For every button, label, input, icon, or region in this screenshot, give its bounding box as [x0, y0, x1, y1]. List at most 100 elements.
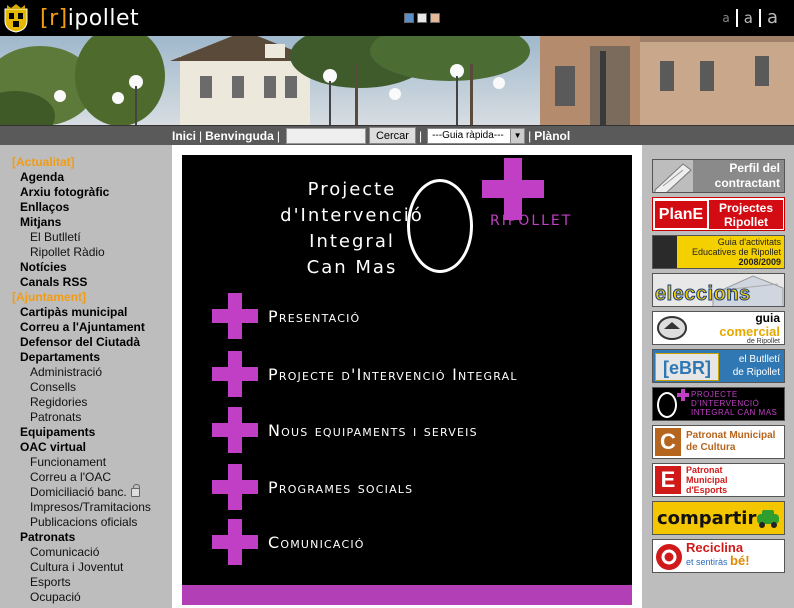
sidebar-subitem[interactable]: Consells	[0, 380, 172, 395]
menu-item-equipaments[interactable]: Nous equipaments i serveis	[212, 407, 632, 453]
banner-text: INTEGRAL CAN MAS	[691, 408, 778, 417]
sidebar-item[interactable]: Defensor del Ciutadà	[0, 335, 172, 350]
menu-item-label: Presentació	[268, 306, 361, 326]
sidebar-item-label: Cultura i Joventut	[30, 560, 124, 574]
sidebar-subitem[interactable]: Correu a l'OAC	[0, 470, 172, 485]
banner-text: bé!	[730, 553, 750, 568]
color-switch-white[interactable]	[417, 13, 427, 23]
banner-text: de Cultura	[686, 442, 736, 453]
banner-guia-activitats[interactable]: Guia d'activitats Educatives de Ripollet…	[652, 235, 785, 269]
nav-welcome-link[interactable]: Benvinguda	[205, 129, 274, 143]
sidebar-subitem[interactable]: Domiciliació banc.	[0, 484, 172, 500]
sidebar-subitem[interactable]: Impresos/Tramitacions	[0, 500, 172, 515]
logo-bracket: [r]	[40, 6, 68, 31]
top-bar: [r]ipollet a a a	[0, 0, 794, 36]
sidebar-item-label: [Actualitat]	[12, 155, 75, 169]
banner-text: PROJECTE	[691, 390, 738, 399]
banner-text: Perfil del	[729, 161, 780, 175]
banner-text: compartir	[657, 508, 757, 529]
font-size-large[interactable]: a	[758, 9, 784, 27]
color-switch-peach[interactable]	[430, 13, 440, 23]
menu-item-comunicacio[interactable]: Comunicació	[212, 519, 632, 565]
sidebar-item[interactable]: Patronats	[0, 530, 172, 545]
sidebar-item[interactable]: Arxiu fotogràfic	[0, 185, 172, 200]
sidebar-item[interactable]: Notícies	[0, 260, 172, 275]
nav-home-link[interactable]: Inici	[172, 129, 196, 143]
nav-separator: |	[418, 128, 423, 143]
sidebar-item-label: El Butlletí	[30, 230, 81, 244]
nav-separator: |	[528, 128, 532, 143]
banner-plane-projectes[interactable]: PlanE Projectes Ripollet	[652, 197, 785, 231]
font-size-switcher: a a a	[716, 9, 784, 27]
sidebar-subitem[interactable]: Esports	[0, 575, 172, 590]
banner-patronat-esports[interactable]: E Patronat Municipal d'Esports	[652, 463, 785, 497]
sidebar-item[interactable]: Mitjans	[0, 215, 172, 230]
banner-perfil-contractant[interactable]: Perfil del contractant	[652, 159, 785, 193]
banner-compartir[interactable]: compartir	[652, 501, 785, 535]
right-banner-column: Perfil del contractant PlanE Projectes R…	[642, 145, 794, 608]
sidebar-item[interactable]: Enllaços	[0, 200, 172, 215]
plus-icon	[212, 293, 258, 339]
sidebar-item[interactable]: Equipaments	[0, 425, 172, 440]
sidebar-item-label: Impresos/Tramitacions	[30, 500, 151, 514]
sidebar-subitem[interactable]: Regidories	[0, 395, 172, 410]
brand-plus-icon	[482, 158, 544, 220]
sidebar-subitem[interactable]: Cultura i Joventut	[0, 560, 172, 575]
banner-reciclina[interactable]: Reciclina et sentiràs bé!	[652, 539, 785, 573]
menu-item-presentacio[interactable]: Presentació	[212, 293, 632, 339]
sidebar-item-label: Patronats	[30, 410, 82, 424]
recycle-icon	[656, 544, 682, 570]
search-input[interactable]	[285, 127, 366, 144]
banner-guia-comercial[interactable]: guia comercial de Ripollet	[652, 311, 785, 345]
sidebar-item[interactable]: Canals RSS	[0, 275, 172, 290]
sidebar-item-label: Comunicació	[30, 545, 100, 559]
sidebar-subitem[interactable]: Comunicació	[0, 545, 172, 560]
banner-patronat-cultura[interactable]: C Patronat Municipal de Cultura	[652, 425, 785, 459]
city-crest-icon[interactable]	[3, 3, 29, 33]
quick-guide-select[interactable]: ---Guia ràpida--- ▼	[427, 127, 526, 144]
banner-butlleti[interactable]: [eBR] el Butlletí de Ripollet	[652, 349, 785, 383]
menu-item-label: Programes socials	[268, 477, 414, 497]
banner-text: Municipal	[686, 475, 728, 485]
color-switch-blue[interactable]	[404, 13, 414, 23]
banner-text: Ripollet	[724, 215, 768, 229]
sidebar-subitem[interactable]: Funcionament	[0, 455, 172, 470]
sidebar-subitem[interactable]: Ocupació	[0, 590, 172, 605]
banner-text: d'Esports	[686, 485, 728, 495]
sidebar-item[interactable]: Correu a l'Ajuntament	[0, 320, 172, 335]
banner-text: Patronat	[686, 465, 723, 475]
banner-text: Guia d'activitats	[717, 237, 781, 247]
sidebar-subitem[interactable]: Administració	[0, 365, 172, 380]
plus-icon	[677, 389, 689, 401]
banner-text: 2008/2009	[738, 257, 781, 267]
sidebar-item[interactable]: Agenda	[0, 170, 172, 185]
nav-map-link[interactable]: Plànol	[534, 129, 570, 143]
sidebar-item[interactable]: Cartipàs municipal	[0, 305, 172, 320]
plus-icon	[212, 407, 258, 453]
font-size-medium[interactable]: a	[735, 9, 759, 27]
banner-text: el Butlletí	[738, 354, 780, 365]
sidebar-item[interactable]: Departaments	[0, 350, 172, 365]
chevron-down-icon[interactable]: ▼	[510, 128, 525, 143]
cultura-letter: C	[655, 428, 681, 456]
lock-icon	[130, 484, 140, 497]
site-logo[interactable]: [r]ipollet	[40, 6, 139, 31]
banner-text: Projectes	[718, 201, 774, 215]
menu-item-projecte[interactable]: Projecte d'Intervenció Integral	[212, 351, 632, 397]
plus-icon	[212, 519, 258, 565]
menu-item-programes[interactable]: Programes socials	[212, 464, 632, 510]
sidebar-subitem[interactable]: Publicacions oficials	[0, 515, 172, 530]
banner-text: eleccions	[655, 283, 751, 306]
sidebar-subitem[interactable]: Ripollet Ràdio	[0, 245, 172, 260]
banner-can-mas[interactable]: PROJECTE D'INTERVENCIÓ INTEGRAL CAN MAS	[652, 387, 785, 421]
sidebar-subitem[interactable]: Patronats	[0, 410, 172, 425]
sidebar-item-label: Notícies	[20, 260, 67, 274]
font-size-small[interactable]: a	[716, 9, 735, 27]
sidebar-subitem[interactable]: El Butlletí	[0, 230, 172, 245]
sidebar-item-label: Ocupació	[30, 590, 81, 604]
sidebar-item[interactable]: OAC virtual	[0, 440, 172, 455]
sidebar-item-label: Funcionament	[30, 455, 107, 469]
banner-eleccions[interactable]: eleccions	[652, 273, 785, 307]
search-button[interactable]: Cercar	[368, 127, 416, 144]
nav-bar: Inici | Benvinguda | Cercar | ---Guia rà…	[0, 125, 794, 145]
